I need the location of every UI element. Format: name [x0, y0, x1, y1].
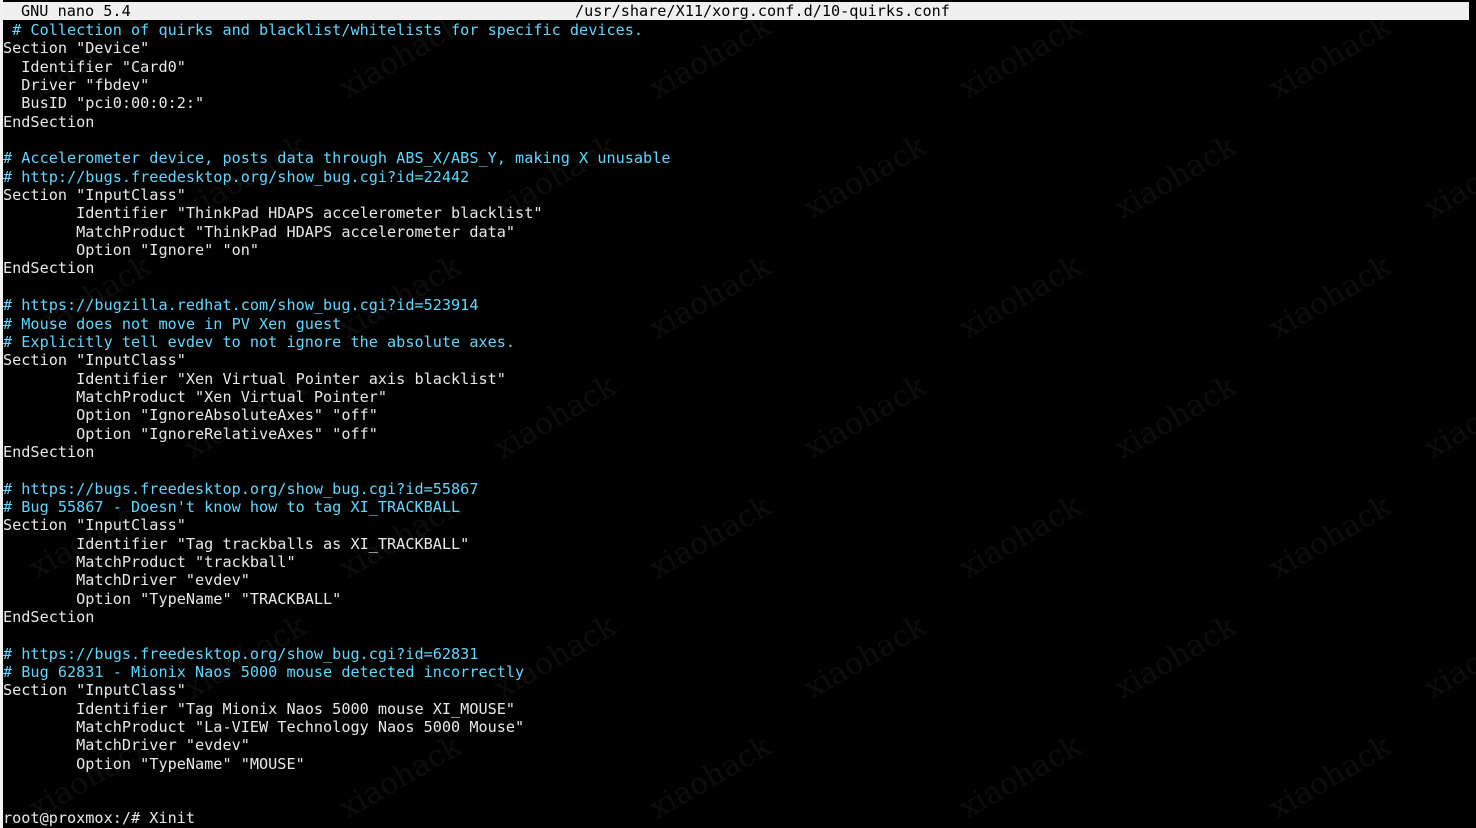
code-line: Option "TypeName" "TRACKBALL"	[3, 589, 342, 608]
code-line: BusID "pci0:00:0:2:"	[3, 94, 205, 113]
code-line: EndSection	[3, 259, 95, 278]
comment-line: # Bug 55867 - Doesn't know how to tag XI…	[3, 497, 461, 516]
code-line: Identifier "Card0"	[3, 57, 186, 76]
comment-line: # Collection of quirks and blacklist/whi…	[3, 21, 644, 39]
code-line: Identifier "ThinkPad HDAPS accelerometer…	[3, 204, 543, 223]
code-line: Option "TypeName" "MOUSE"	[3, 754, 305, 773]
terminal-screen[interactable]: GNU nano 5.4 /usr/share/X11/xorg.conf.d/…	[0, 0, 1476, 828]
code-line: MatchProduct "trackball"	[3, 552, 296, 571]
code-line: EndSection	[3, 442, 95, 461]
code-line: EndSection	[3, 608, 95, 626]
code-line: MatchDriver "evdev"	[3, 736, 250, 755]
comment-line: # Accelerometer device, posts data throu…	[3, 149, 671, 168]
code-line: Driver "fbdev"	[3, 76, 150, 95]
code-line: MatchDriver "evdev"	[3, 571, 250, 590]
comment-line: # https://bugs.freedesktop.org/show_bug.…	[3, 644, 479, 663]
comment-line: # http://bugs.freedesktop.org/show_bug.c…	[3, 167, 470, 186]
code-line: Option "IgnoreRelativeAxes" "off"	[3, 424, 378, 443]
code-line: Section "InputClass"	[3, 186, 186, 205]
code-line: MatchProduct "La-VIEW Technology Naos 50…	[3, 718, 525, 737]
shell-prompt[interactable]: root@proxmox:/# Xinit	[3, 809, 195, 827]
code-line: Section "InputClass"	[3, 516, 186, 535]
comment-line: # Bug 62831 - Mionix Naos 5000 mouse det…	[3, 663, 525, 682]
code-line: Section "Device"	[3, 39, 150, 58]
editor-text-area[interactable]: # Collection of quirks and blacklist/whi…	[3, 21, 1469, 773]
nano-title-bar: GNU nano 5.4 /usr/share/X11/xorg.conf.d/…	[3, 2, 1469, 20]
code-line: EndSection	[3, 112, 95, 131]
code-line: Option "Ignore" "on"	[3, 241, 260, 260]
code-line: Identifier "Tag trackballs as XI_TRACKBA…	[3, 534, 470, 553]
comment-line: # Explicitly tell evdev to not ignore th…	[3, 332, 516, 351]
code-line: Identifier "Xen Virtual Pointer axis bla…	[3, 369, 506, 388]
code-line: Identifier "Tag Mionix Naos 5000 mouse X…	[3, 699, 516, 718]
code-line: Section "InputClass"	[3, 351, 186, 370]
code-line: Option "IgnoreAbsoluteAxes" "off"	[3, 406, 378, 425]
nano-version-label: GNU nano 5.4	[21, 2, 131, 20]
comment-line: # https://bugs.freedesktop.org/show_bug.…	[3, 479, 479, 498]
file-path-label: /usr/share/X11/xorg.conf.d/10-quirks.con…	[575, 2, 950, 20]
comment-line: # https://bugzilla.redhat.com/show_bug.c…	[3, 296, 479, 315]
code-line: MatchProduct "Xen Virtual Pointer"	[3, 387, 388, 406]
code-line: MatchProduct "ThinkPad HDAPS acceleromet…	[3, 222, 516, 241]
code-line: Section "InputClass"	[3, 681, 186, 700]
comment-line: # Mouse does not move in PV Xen guest	[3, 314, 342, 333]
